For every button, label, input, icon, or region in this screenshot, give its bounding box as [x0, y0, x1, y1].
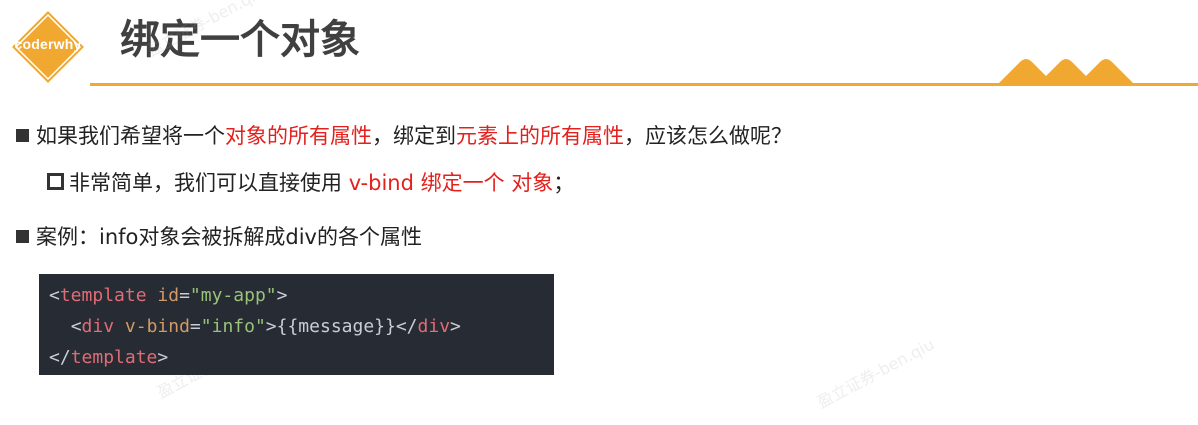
code-punctuation: > [157, 347, 169, 368]
bullet-question: 如果我们希望将一个对象的所有属性，绑定到元素上的所有属性，应该怎么做呢？ [16, 121, 792, 151]
bullet-example: 案例：info对象会被拆解成div的各个属性 [16, 222, 422, 252]
code-punctuation: </ [49, 347, 71, 368]
code-tag: div [81, 316, 115, 337]
bullet-text: 如果我们希望将一个 [36, 124, 225, 148]
hollow-square-bullet-icon [47, 173, 64, 190]
code-tag: template [59, 285, 147, 306]
code-punctuation: = [189, 316, 201, 337]
watermark: 盈立证券-ben.qiu [813, 334, 938, 413]
code-block: <template id="my-app"> <div v-bind="info… [39, 274, 554, 375]
bullet-text: ，绑定到 [372, 124, 456, 148]
mountain-decoration-icon [996, 59, 1136, 86]
code-content: >{{message}}</ [265, 316, 418, 337]
code-punctuation: > [450, 316, 461, 337]
bullet-text: 非常简单，我们可以直接使用 [69, 171, 349, 195]
code-punctuation: < [70, 316, 82, 337]
code-line: <template id="my-app"> [49, 280, 554, 311]
code-punctuation: > [276, 285, 288, 306]
square-bullet-icon [16, 129, 29, 142]
header-divider [90, 83, 1198, 86]
highlight-text: v-bind 绑定一个 对象 [348, 171, 554, 195]
code-string: "info" [200, 316, 266, 337]
bullet-text: 案例：info对象会被拆解成div的各个属性 [36, 225, 422, 249]
code-attribute: id [157, 285, 180, 306]
code-punctuation: < [49, 285, 60, 306]
code-line: </template> [49, 342, 554, 373]
square-bullet-icon [16, 230, 29, 243]
coderwhy-logo: coderwhy [8, 7, 88, 87]
code-string: "my-app" [189, 285, 277, 306]
code-line: <div v-bind="info">{{message}}</div> [49, 311, 554, 342]
code-tag: template [70, 347, 158, 368]
indent-guide [49, 316, 71, 337]
sub-bullet-answer: 非常简单，我们可以直接使用 v-bind 绑定一个 对象； [47, 168, 574, 198]
code-attribute: v-bind [124, 316, 190, 337]
code-punctuation: = [179, 285, 190, 306]
highlight-text: 对象的所有属性 [225, 124, 372, 148]
code-tag: div [417, 316, 451, 337]
bullet-text: ； [553, 171, 575, 195]
logo-text: coderwhy [14, 36, 82, 52]
bullet-text: ，应该怎么做呢？ [624, 124, 792, 148]
highlight-text: 元素上的所有属性 [456, 124, 624, 148]
